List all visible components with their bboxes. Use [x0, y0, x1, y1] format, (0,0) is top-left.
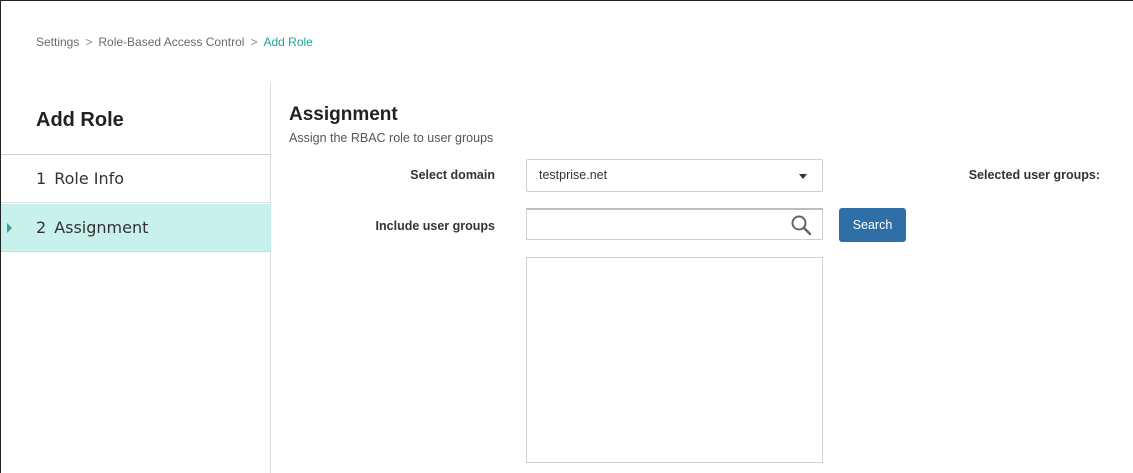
search-icon[interactable] — [790, 214, 812, 236]
step-role-info[interactable]: 1 Role Info — [1, 155, 271, 203]
step-assignment[interactable]: 2 Assignment — [1, 204, 271, 252]
step-label: Assignment — [54, 218, 149, 237]
wizard-sidebar: Add Role 1 Role Info 2 Assignment — [1, 83, 271, 473]
chevron-down-icon — [799, 174, 807, 179]
breadcrumb: Settings > Role-Based Access Control > A… — [36, 35, 313, 49]
breadcrumb-separator: > — [85, 35, 93, 49]
step-number: 1 — [36, 169, 47, 188]
select-domain-label: Select domain — [410, 168, 495, 182]
section-subtitle: Assign the RBAC role to user groups — [289, 131, 494, 145]
breadcrumb-rbac[interactable]: Role-Based Access Control — [98, 35, 244, 49]
active-step-arrow-icon — [7, 223, 12, 233]
user-group-search-input[interactable] — [526, 208, 823, 240]
section-title: Assignment — [289, 104, 398, 125]
include-user-groups-label: Include user groups — [375, 219, 495, 233]
user-groups-results-list[interactable] — [526, 257, 823, 463]
step-label: Role Info — [54, 169, 125, 188]
domain-select-value: testprise.net — [539, 168, 608, 182]
domain-select[interactable]: testprise.net — [526, 159, 823, 192]
breadcrumb-separator: > — [250, 35, 258, 49]
sidebar-title: Add Role — [36, 109, 124, 131]
selected-user-groups-label: Selected user groups: — [968, 168, 1100, 182]
search-button[interactable]: Search — [839, 208, 906, 242]
breadcrumb-settings[interactable]: Settings — [36, 35, 79, 49]
step-number: 2 — [36, 218, 47, 237]
breadcrumb-current: Add Role — [263, 35, 313, 49]
